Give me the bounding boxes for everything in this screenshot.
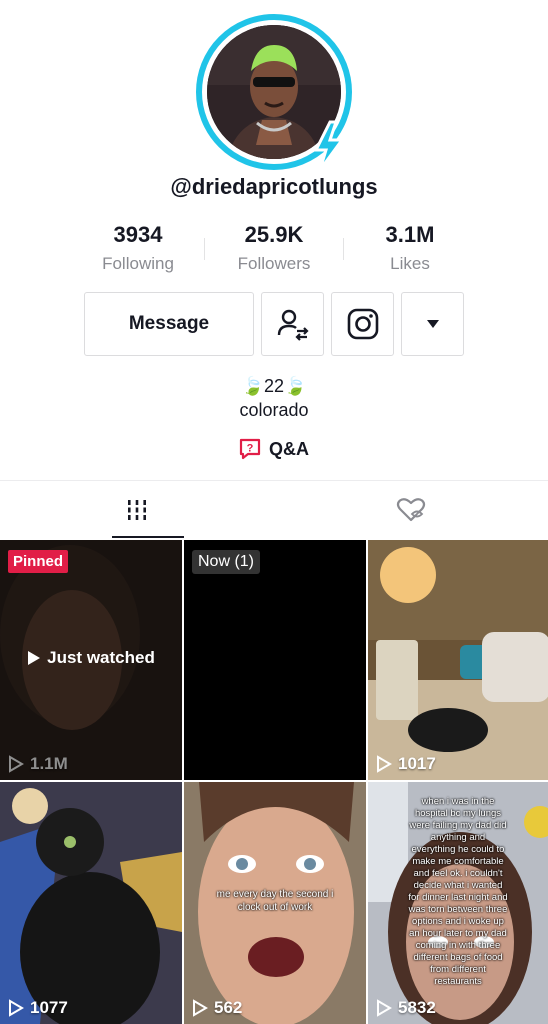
view-count: 1.1M	[8, 754, 68, 774]
instagram-button[interactable]	[331, 292, 394, 356]
profile-actions: Message	[84, 292, 464, 356]
qa-label: Q&A	[269, 438, 309, 459]
tab-videos[interactable]	[0, 481, 274, 538]
profile-tabs	[0, 480, 548, 538]
view-count: 562	[192, 998, 242, 1018]
tab-liked[interactable]	[274, 481, 548, 538]
grid-bars-icon	[128, 499, 146, 520]
message-button[interactable]: Message	[84, 292, 254, 356]
stat-likes[interactable]: 3.1M Likes	[342, 222, 478, 274]
stat-label: Following	[102, 254, 174, 273]
bio-line-age: 🍃22🍃	[241, 376, 307, 396]
play-outline-icon	[193, 999, 208, 1017]
video-thumbnail-3[interactable]: 1017	[368, 540, 548, 780]
active-tab-indicator	[112, 536, 184, 538]
suggested-accounts-button[interactable]	[261, 292, 324, 356]
play-outline-icon	[377, 999, 392, 1017]
view-count-value: 562	[214, 998, 243, 1017]
person-swap-icon	[277, 309, 309, 341]
stat-value: 3.1M	[385, 222, 435, 247]
svg-text:?: ?	[247, 443, 254, 455]
play-icon	[28, 651, 41, 665]
video-thumbnail-6[interactable]: when i was in the hospital bc my lungs w…	[368, 782, 548, 1024]
stat-value: 3934	[113, 222, 163, 247]
divider	[204, 238, 205, 260]
username: @driedapricotlungs	[170, 174, 378, 199]
stat-followers[interactable]: 25.9K Followers	[204, 222, 344, 274]
bio-line-location: colorado	[239, 400, 309, 420]
stats-row: 3934 Following 25.9K Followers 3.1M Like…	[70, 222, 478, 274]
thumbnail-image	[368, 540, 548, 780]
view-count: 1077	[8, 998, 68, 1018]
profile-avatar[interactable]	[196, 14, 352, 171]
stat-label: Followers	[237, 254, 311, 273]
stat-following[interactable]: 3934 Following	[70, 222, 206, 274]
lightning-icon	[313, 120, 345, 171]
video-thumbnail-4[interactable]: 1077	[0, 782, 182, 1024]
now-badge: Now (1)	[192, 550, 261, 574]
play-outline-icon	[377, 755, 392, 773]
view-count: 5832	[376, 998, 436, 1018]
video-thumbnail-now[interactable]: Now (1)	[184, 540, 366, 780]
video-grid: Pinned Just watched 1.1M Now (1) 1017 10…	[0, 540, 548, 1024]
play-outline-icon	[9, 755, 24, 773]
thumbnail-image	[0, 782, 182, 1024]
heart-hidden-icon	[396, 497, 426, 521]
play-outline-icon	[9, 999, 24, 1017]
video-caption: when i was in the hospital bc my lungs w…	[408, 796, 508, 987]
view-count-value: 5832	[398, 998, 436, 1017]
qa-link[interactable]: ? Q&A	[0, 438, 548, 460]
stat-value: 25.9K	[244, 222, 304, 247]
video-thumbnail-pinned[interactable]: Pinned Just watched 1.1M	[0, 540, 182, 780]
video-caption: me every day the second i clock out of w…	[216, 889, 334, 913]
caret-down-icon	[426, 320, 439, 328]
video-thumbnail-5[interactable]: me every day the second i clock out of w…	[184, 782, 366, 1024]
pinned-badge: Pinned	[8, 550, 69, 573]
view-count: 1017	[376, 754, 436, 774]
stat-label: Likes	[390, 254, 430, 273]
question-icon: ?	[239, 438, 261, 460]
bio: 🍃22🍃 colorado	[0, 374, 548, 422]
view-count-value: 1017	[398, 754, 436, 773]
view-count-value: 1.1M	[30, 754, 68, 773]
just-watched-overlay: Just watched	[0, 648, 182, 668]
more-options-button[interactable]	[401, 292, 464, 356]
view-count-value: 1077	[30, 998, 68, 1017]
instagram-icon	[347, 308, 378, 340]
just-watched-label: Just watched	[47, 648, 155, 667]
